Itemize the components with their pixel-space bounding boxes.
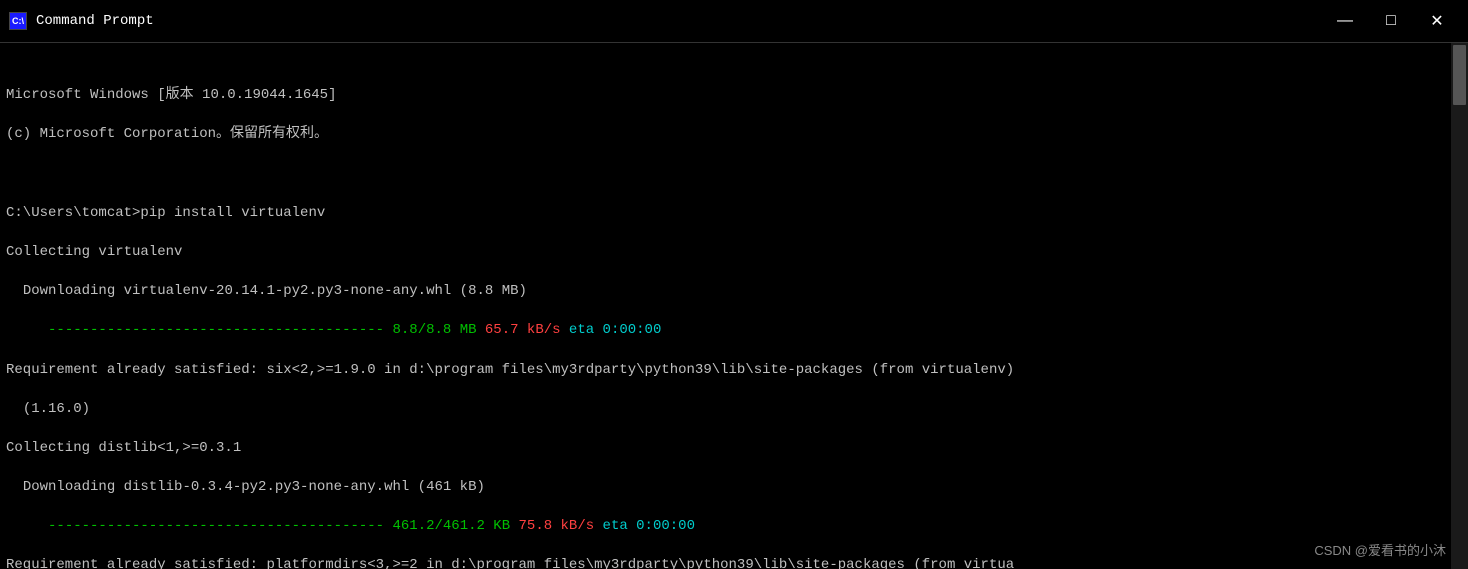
terminal-output[interactable]: Microsoft Windows [版本 10.0.19044.1645] (… <box>0 43 1451 569</box>
terminal-line: Downloading virtualenv-20.14.1-py2.py3-n… <box>6 282 1445 302</box>
app-icon: C:\ <box>8 11 28 31</box>
title-bar: C:\ Command Prompt — □ ✕ <box>0 0 1468 43</box>
window-title: Command Prompt <box>36 13 1322 29</box>
command-prompt-window: C:\ Command Prompt — □ ✕ Microsoft Windo… <box>0 0 1468 569</box>
window-controls: — □ ✕ <box>1322 0 1460 43</box>
terminal-line: Microsoft Windows [版本 10.0.19044.1645] <box>6 86 1445 106</box>
terminal-line: Requirement already satisfied: six<2,>=1… <box>6 361 1445 381</box>
terminal-line: (c) Microsoft Corporation。保留所有权利。 <box>6 125 1445 145</box>
terminal-line: (1.16.0) <box>6 400 1445 420</box>
terminal-line: Collecting virtualenv <box>6 243 1445 263</box>
scrollbar[interactable] <box>1451 43 1468 569</box>
scrollbar-thumb[interactable] <box>1453 45 1466 105</box>
terminal-line: ----------------------------------------… <box>6 321 1445 341</box>
terminal-line: C:\Users\tomcat>pip install virtualenv <box>6 204 1445 224</box>
terminal-line: ----------------------------------------… <box>6 517 1445 537</box>
minimize-button[interactable]: — <box>1322 0 1368 43</box>
cmd-icon-symbol: C:\ <box>9 12 27 30</box>
terminal-line <box>6 165 1445 185</box>
terminal-line: Downloading distlib-0.3.4-py2.py3-none-a… <box>6 478 1445 498</box>
terminal-line: Requirement already satisfied: platformd… <box>6 556 1445 569</box>
watermark: CSDN @爱看书的小沐 <box>1314 540 1446 559</box>
terminal-line: Collecting distlib<1,>=0.3.1 <box>6 439 1445 459</box>
close-button[interactable]: ✕ <box>1414 0 1460 43</box>
content-area: Microsoft Windows [版本 10.0.19044.1645] (… <box>0 43 1468 569</box>
maximize-button[interactable]: □ <box>1368 0 1414 43</box>
